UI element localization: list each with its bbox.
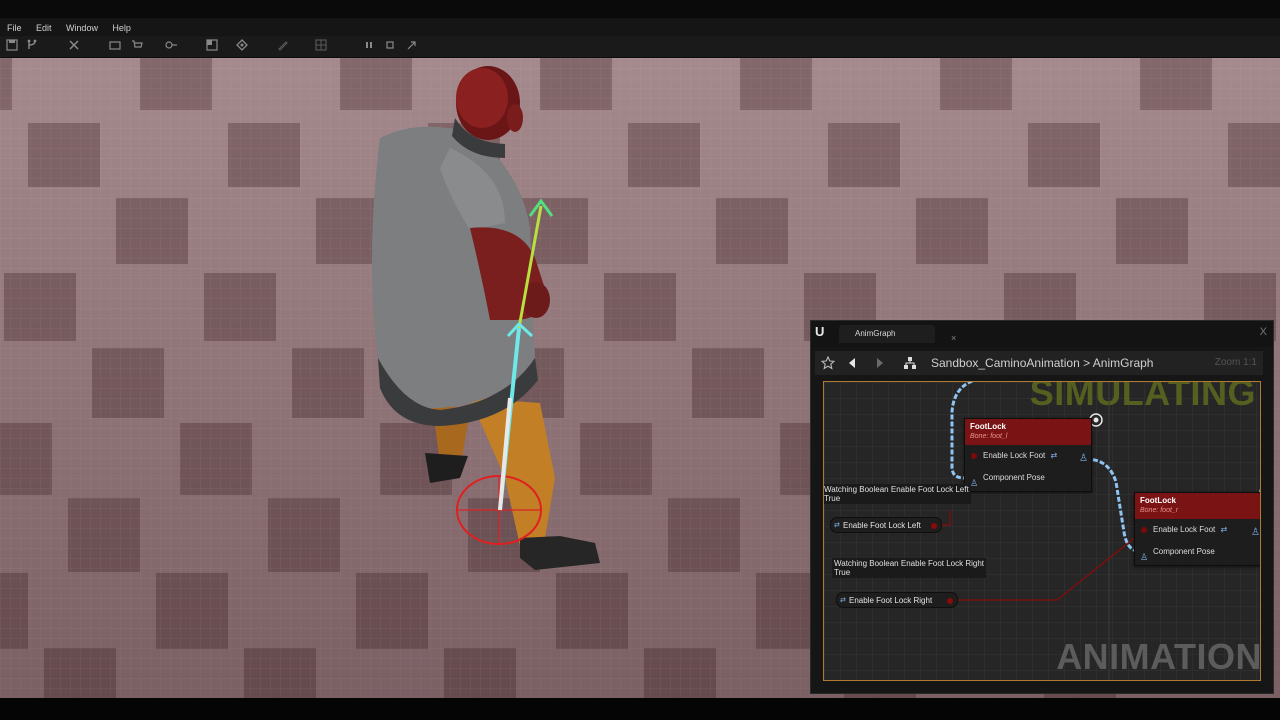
node-bone: Bone: foot_l bbox=[970, 433, 1008, 440]
watch-value: True bbox=[834, 568, 851, 577]
footlock-node-left[interactable]: FootLock Bone: foot_l Enable Lock Foot ⇄… bbox=[964, 418, 1092, 492]
pin-enable-lock-foot[interactable]: Enable Lock Foot ⇄ bbox=[965, 445, 1091, 467]
graph-toolbar: Sandbox_CaminoAnimation > AnimGraph Zoom… bbox=[815, 351, 1263, 375]
get-enable-foot-lock-left[interactable]: ⇄ Enable Foot Lock Left bbox=[830, 517, 942, 533]
node-bone: Bone: foot_r bbox=[1140, 507, 1179, 514]
link-icon: ⇄ bbox=[1050, 451, 1058, 460]
save-icon[interactable] bbox=[5, 39, 19, 53]
source-control-icon[interactable] bbox=[27, 39, 41, 53]
marketplace-icon[interactable] bbox=[130, 39, 144, 53]
tab-close-icon[interactable]: × bbox=[951, 329, 956, 347]
menu-help[interactable]: Help bbox=[105, 19, 131, 33]
favorite-star-icon[interactable] bbox=[821, 356, 835, 370]
bottom-bar bbox=[0, 698, 1280, 720]
pause-icon[interactable] bbox=[362, 39, 376, 53]
window-close-button[interactable]: X bbox=[1260, 326, 1267, 338]
zoom-level: Zoom 1:1 bbox=[1214, 357, 1257, 368]
back-arrow-icon[interactable] bbox=[845, 356, 859, 370]
variable-label: Enable Foot Lock Right bbox=[849, 596, 933, 605]
node-title: FootLock bbox=[970, 422, 1006, 431]
pose-output-icon[interactable]: ♙ bbox=[1251, 527, 1260, 538]
unreal-logo-icon: U bbox=[815, 324, 825, 339]
breadcrumb[interactable]: Sandbox_CaminoAnimation > AnimGraph bbox=[931, 356, 1153, 370]
pin-label: Component Pose bbox=[1153, 547, 1215, 556]
blueprint-hierarchy-icon bbox=[904, 357, 916, 369]
pin-label: Component Pose bbox=[983, 473, 1045, 482]
menu-file[interactable]: File bbox=[0, 19, 22, 33]
watch-text: Watching Boolean Enable Foot Lock Right bbox=[834, 559, 985, 568]
tab-animgraph-label: AnimGraph bbox=[855, 329, 896, 338]
footlock-node-right[interactable]: FootLock Bone: foot_r Enable Lock Foot ⇄… bbox=[1134, 492, 1260, 566]
level-viewport[interactable]: U AnimGraph × X Sandbox_CaminoAnimation … bbox=[0, 58, 1280, 698]
title-bar bbox=[0, 0, 1280, 18]
select-mode-icon[interactable] bbox=[68, 39, 82, 53]
get-enable-foot-lock-right[interactable]: ⇄ Enable Foot Lock Right bbox=[836, 592, 958, 608]
content-browser-icon[interactable] bbox=[108, 39, 122, 53]
pin-label: Enable Lock Foot bbox=[1153, 525, 1216, 534]
stop-icon[interactable] bbox=[383, 39, 397, 53]
paint-icon[interactable] bbox=[276, 39, 290, 53]
variable-icon: ⇄ bbox=[840, 597, 846, 604]
blueprint-icon[interactable] bbox=[165, 39, 179, 53]
bool-pin-icon[interactable] bbox=[971, 453, 977, 459]
variable-label: Enable Foot Lock Left bbox=[843, 521, 921, 530]
menu-edit[interactable]: Edit bbox=[29, 19, 52, 33]
modes-icon[interactable] bbox=[235, 39, 249, 53]
menu-bar: File Edit Window Help bbox=[0, 18, 1280, 36]
node-title: FootLock bbox=[1140, 496, 1176, 505]
bool-out-pin-icon[interactable] bbox=[931, 523, 937, 529]
pin-component-pose[interactable]: ♙ Component Pose bbox=[1135, 541, 1260, 563]
eject-icon[interactable] bbox=[405, 39, 419, 53]
pose-output-icon[interactable]: ♙ bbox=[1079, 453, 1088, 464]
menu-window[interactable]: Window bbox=[59, 19, 98, 33]
watch-value: True bbox=[824, 494, 841, 503]
anim-graph-canvas[interactable]: SIMULATING ANIMATION FootLock Bone: foot… bbox=[823, 381, 1261, 681]
watch-comment-right: Watching Boolean Enable Foot Lock Right … bbox=[832, 558, 987, 578]
forward-arrow-icon[interactable] bbox=[873, 356, 887, 370]
watch-comment-left: Watching Boolean Enable Foot Lock Left T… bbox=[824, 484, 971, 504]
panel-title-bar: U AnimGraph × X bbox=[811, 321, 1273, 347]
node-header: FootLock Bone: foot_l bbox=[965, 419, 1091, 445]
bool-out-pin-icon[interactable] bbox=[947, 598, 953, 604]
link-icon: ⇄ bbox=[1220, 525, 1228, 534]
pin-component-pose[interactable]: ♙ Component Pose bbox=[965, 467, 1091, 489]
pose-pin-icon[interactable]: ♙ bbox=[1140, 546, 1148, 568]
grid-icon[interactable] bbox=[314, 39, 328, 53]
bool-pin-icon[interactable] bbox=[1141, 527, 1147, 533]
variable-icon: ⇄ bbox=[834, 522, 840, 529]
pin-label: Enable Lock Foot bbox=[983, 451, 1046, 460]
animgraph-panel: U AnimGraph × X Sandbox_CaminoAnimation … bbox=[810, 320, 1274, 694]
tab-animgraph[interactable]: AnimGraph × bbox=[839, 325, 956, 343]
node-header: FootLock Bone: foot_r bbox=[1135, 493, 1260, 519]
toolbar bbox=[0, 36, 1280, 58]
cinematics-icon[interactable] bbox=[205, 39, 219, 53]
pin-enable-lock-foot[interactable]: Enable Lock Foot ⇄ bbox=[1135, 519, 1260, 541]
pose-pin-icon[interactable]: ♙ bbox=[970, 472, 978, 494]
watch-text: Watching Boolean Enable Foot Lock Left bbox=[824, 485, 969, 494]
